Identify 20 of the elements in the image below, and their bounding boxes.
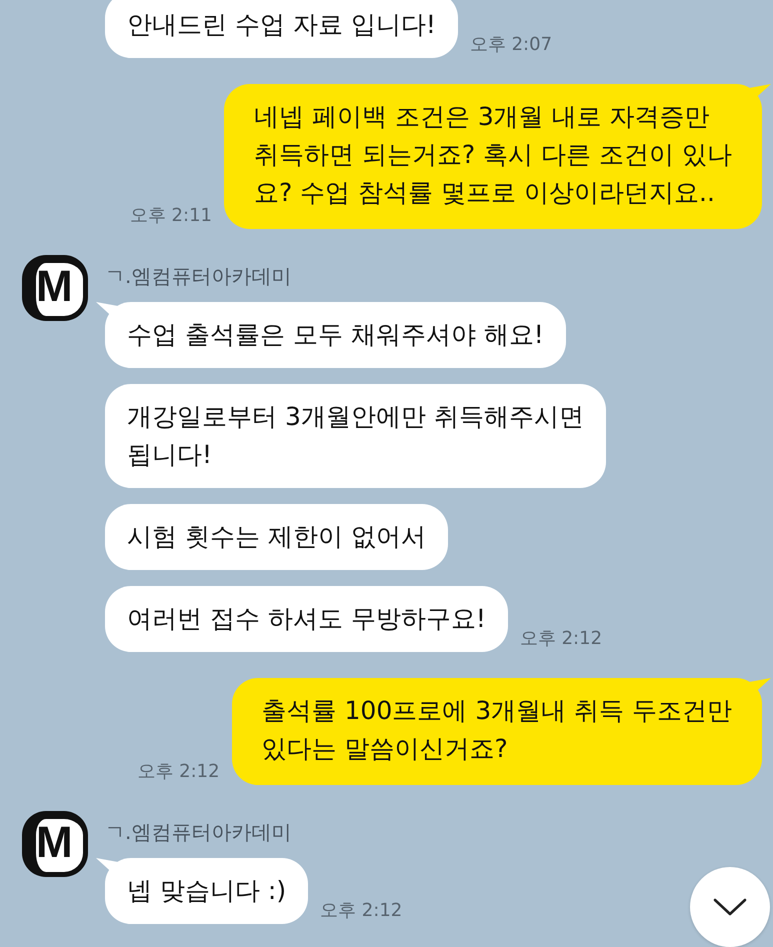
message-bubble: 안내드린 수업 자료 입니다!: [105, 0, 458, 58]
avatar[interactable]: M: [22, 811, 88, 877]
avatar[interactable]: M: [22, 255, 88, 321]
chevron-down-icon: [712, 896, 748, 918]
message-time: 오후 2:11: [130, 204, 212, 227]
message-bubble: 넵 맞습니다 :): [105, 858, 308, 924]
sender-name: ㄱ.엠컴퓨터아카데미: [105, 263, 292, 290]
message-time: 오후 2:12: [137, 760, 220, 783]
avatar-letter: M: [36, 265, 73, 309]
message-bubble: 개강일로부터 3개월안에만 취득해주시면 됩니다!: [105, 384, 606, 488]
message-bubble: 여러번 접수 하셔도 무방하구요!: [105, 586, 508, 652]
avatar-letter: M: [36, 821, 73, 865]
message-bubble: 출석률 100프로에 3개월내 취득 두조건만 있다는 말씀이신거죠?: [232, 678, 762, 785]
sender-name: ㄱ.엠컴퓨터아카데미: [105, 819, 292, 846]
message-bubble: 네넵 페이백 조건은 3개월 내로 자격증만 취득하면 되는거죠? 혹시 다른 조건이 있나 요? 수업 참석률 몇프로 이상이라던지요..: [224, 84, 762, 229]
message-bubble: 시험 횟수는 제한이 없어서: [105, 504, 448, 570]
message-time: 오후 2:12: [320, 899, 402, 922]
message-time: 오후 2:12: [520, 627, 602, 650]
message-bubble: 수업 출석률은 모두 채워주셔야 해요!: [105, 302, 566, 368]
message-time: 오후 2:07: [470, 33, 552, 56]
